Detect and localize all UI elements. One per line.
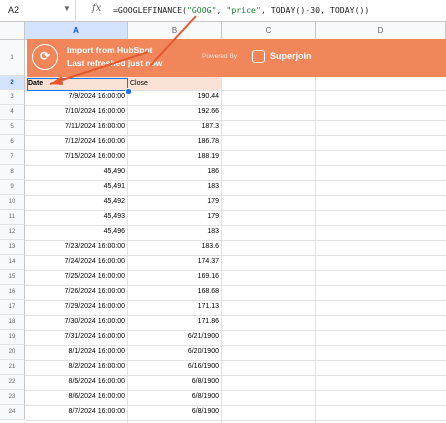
annotation-arrow-formula [149,15,197,67]
annotation-arrows [49,15,197,85]
arrowhead-icon [50,76,63,85]
annotation-arrow-cell [49,51,149,85]
